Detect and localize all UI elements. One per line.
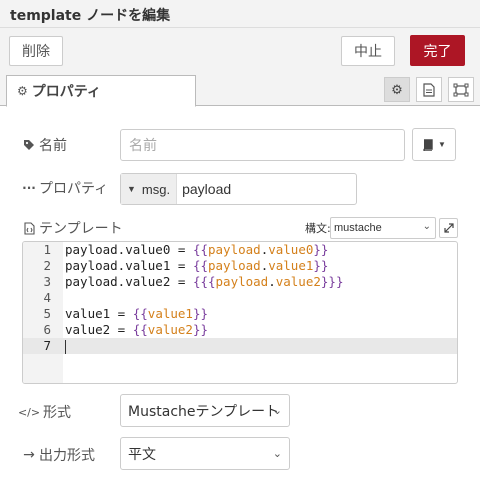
code-line[interactable]: 6 value2 = {{value2}}: [23, 322, 457, 338]
chevron-down-icon: ⌄: [422, 221, 431, 232]
done-button[interactable]: 完了: [410, 35, 465, 66]
property-value[interactable]: payload: [177, 181, 231, 197]
tab-bar: ⚙ プロパティ ⚙: [0, 72, 480, 107]
appearance-tab-button[interactable]: [448, 77, 474, 102]
syntax-select[interactable]: mustache ⌄: [330, 217, 436, 239]
property-input[interactable]: ▼ msg. payload: [120, 173, 357, 205]
code-line-text: payload.value1 = {{payload.value1}}: [65, 258, 329, 273]
name-input[interactable]: 名前: [120, 129, 405, 161]
template-label: テンプレート: [22, 218, 123, 238]
description-tab-button[interactable]: [416, 77, 442, 102]
chevron-down-icon: ⌄: [272, 404, 282, 417]
cancel-button[interactable]: 中止: [341, 36, 395, 66]
line-number: 5: [43, 306, 51, 321]
code-line[interactable]: 1 payload.value0 = {{payload.value0}}: [23, 242, 457, 258]
format-label: </> 形式: [17, 405, 71, 421]
property-type-select[interactable]: ▼ msg.: [121, 174, 178, 204]
name-label: 名前: [22, 135, 67, 155]
code-line[interactable]: 2 payload.value1 = {{payload.value1}}: [23, 258, 457, 274]
code-line-text: value1 = {{value1}}: [65, 306, 209, 321]
code-line-text: payload.value0 = {{payload.value0}}: [65, 242, 329, 257]
output-label: → 出力形式: [23, 447, 95, 464]
tag-icon: [22, 139, 36, 151]
expand-editor-button[interactable]: [439, 218, 458, 238]
line-number: 1: [43, 242, 51, 257]
ellipsis-icon: ···: [22, 181, 36, 195]
settings-tab-button[interactable]: ⚙: [384, 77, 410, 102]
editor-code-area[interactable]: 1 payload.value0 = {{payload.value0}} 2 pay…: [23, 242, 457, 354]
code-line[interactable]: 5 value1 = {{value1}}: [23, 306, 457, 322]
format-select[interactable]: Mustacheテンプレート ⌄: [120, 394, 290, 427]
code-line-text: value2 = {{value2}}: [65, 322, 209, 337]
tab-properties-label: プロパティ: [31, 84, 101, 100]
output-select[interactable]: 平文 ⌄: [120, 437, 290, 470]
code-icon: </>: [17, 405, 41, 419]
code-line[interactable]: 3 payload.value2 = {{{payload.value2}}}: [23, 274, 457, 290]
code-line-text: payload.value2 = {{{payload.value2}}}: [65, 274, 344, 289]
config-library-button[interactable]: ▼: [412, 128, 456, 161]
arrow-right-icon: →: [23, 447, 35, 463]
caret-down-icon: ▼: [127, 184, 136, 194]
delete-button[interactable]: 削除: [9, 36, 63, 66]
expand-icon: [443, 223, 454, 233]
dialog-toolbar: 削除 中止 完了: [0, 28, 480, 72]
code-line[interactable]: 7: [23, 338, 457, 354]
tab-properties[interactable]: ⚙ プロパティ: [6, 75, 196, 107]
node-appearance-icon: [453, 83, 469, 96]
line-number: 3: [43, 274, 51, 289]
line-number: 6: [43, 322, 51, 337]
gear-icon: ⚙: [391, 81, 403, 97]
document-icon: [423, 82, 435, 97]
book-icon: [423, 138, 433, 151]
line-number: 2: [43, 258, 51, 273]
chevron-down-icon: ⌄: [272, 447, 282, 460]
gear-icon: ⚙: [17, 84, 28, 98]
dialog-titlebar: template ノードを編集: [0, 0, 480, 28]
caret-down-icon: ▼: [438, 140, 446, 149]
code-line-text: [65, 338, 66, 354]
text-cursor: [65, 339, 66, 354]
code-line[interactable]: 4: [23, 290, 457, 306]
file-code-icon: [22, 221, 36, 235]
line-number: 4: [43, 290, 51, 305]
dialog-title: template ノードを編集: [10, 8, 171, 24]
line-number: 7: [43, 338, 51, 353]
template-code-editor[interactable]: 1 payload.value0 = {{payload.value0}} 2 pay…: [22, 241, 458, 384]
syntax-label: 構文:: [305, 222, 331, 235]
property-label: ··· プロパティ: [22, 181, 109, 197]
